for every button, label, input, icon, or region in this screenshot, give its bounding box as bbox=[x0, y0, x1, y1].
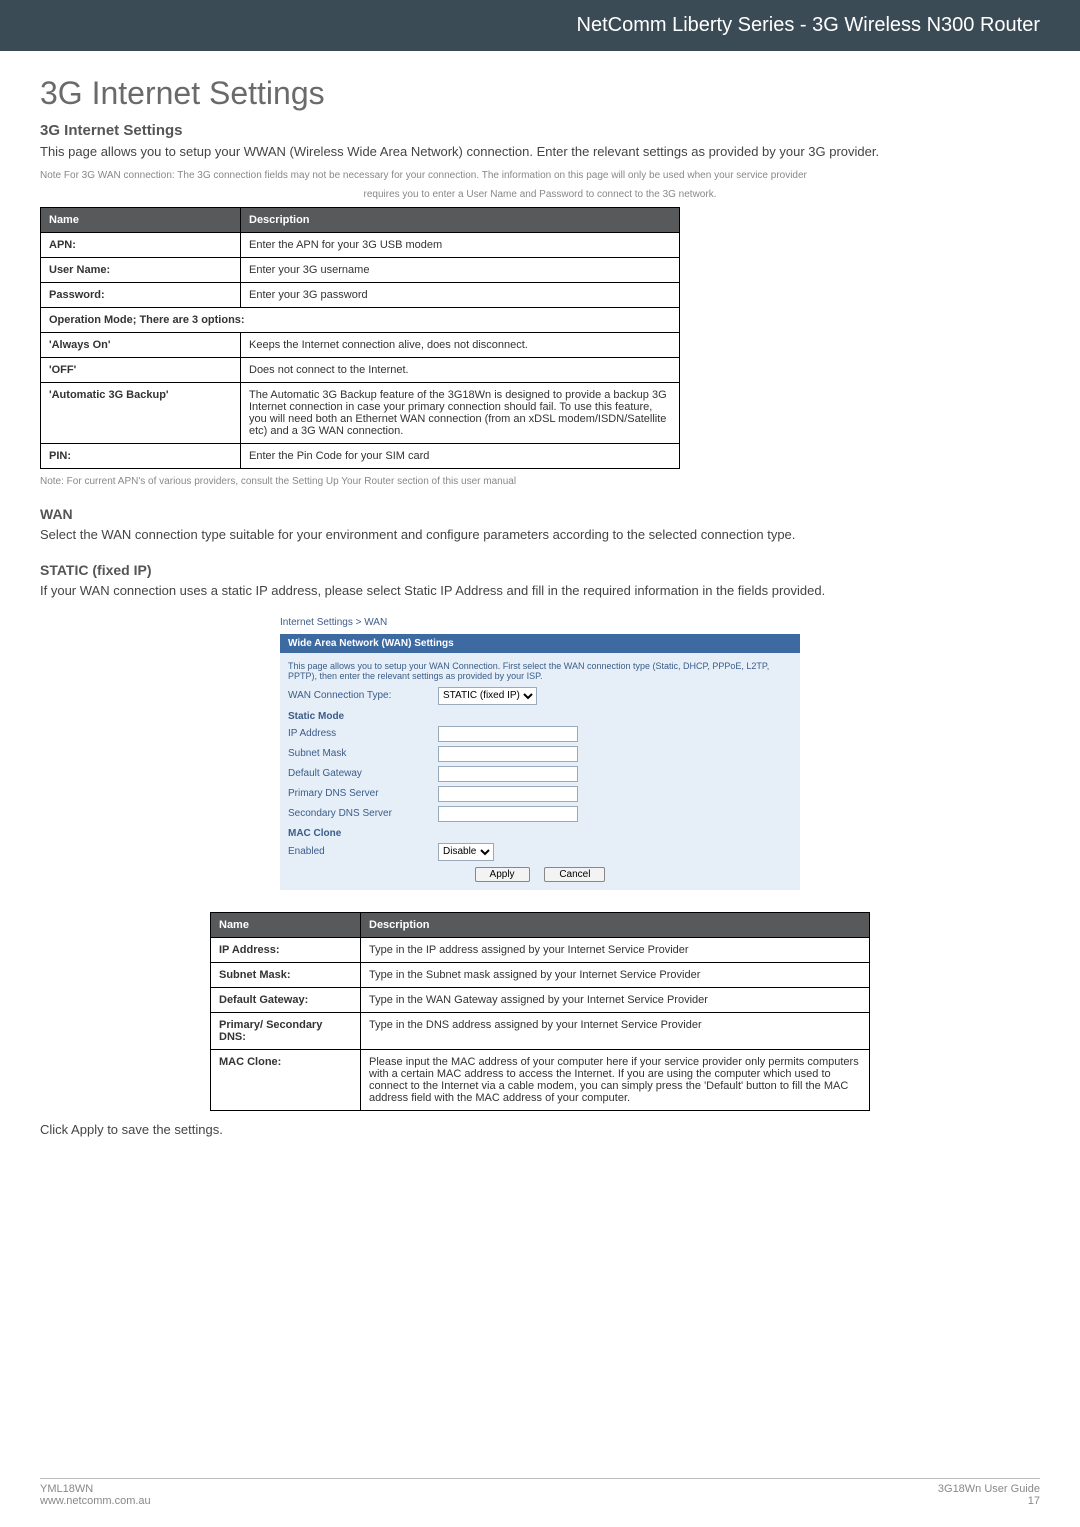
cell-desc: Type in the IP address assigned by your … bbox=[361, 937, 870, 962]
static-mode-label: Static Mode bbox=[288, 711, 792, 722]
apply-button[interactable]: Apply bbox=[475, 867, 530, 882]
table-row: APN: Enter the APN for your 3G USB modem bbox=[41, 233, 680, 258]
ip-label: IP Address bbox=[288, 728, 438, 739]
table-static-settings: Name Description IP Address: Type in the… bbox=[210, 912, 870, 1111]
page-header: NetComm Liberty Series - 3G Wireless N30… bbox=[0, 0, 1080, 51]
cell-span: Operation Mode; There are 3 options: bbox=[41, 308, 680, 333]
pdns-input[interactable] bbox=[438, 786, 578, 802]
apply-line: Click Apply to save the settings. bbox=[40, 1121, 1040, 1139]
cancel-button[interactable]: Cancel bbox=[544, 867, 605, 882]
section-3g-intro: This page allows you to setup your WWAN … bbox=[40, 143, 1040, 161]
cell-name: APN: bbox=[41, 233, 241, 258]
footer-guide: 3G18Wn User Guide bbox=[938, 1483, 1040, 1495]
section-3g-note-line1: Note For 3G WAN connection: The 3G conne… bbox=[40, 169, 1040, 182]
cell-name: 'OFF' bbox=[41, 358, 241, 383]
screenshot-wan-settings: Internet Settings > WAN Wide Area Networ… bbox=[280, 617, 800, 890]
cell-name: PIN: bbox=[41, 444, 241, 469]
table1-after-note: Note: For current APN's of various provi… bbox=[40, 475, 1040, 488]
footer-page-number: 17 bbox=[938, 1495, 1040, 1507]
wan-type-label: WAN Connection Type: bbox=[288, 690, 438, 701]
header-title: NetComm Liberty Series - 3G Wireless N30… bbox=[577, 14, 1040, 36]
th-desc: Description bbox=[241, 208, 680, 233]
th-name: Name bbox=[211, 912, 361, 937]
panel-title: Wide Area Network (WAN) Settings bbox=[280, 634, 800, 653]
subnet-label: Subnet Mask bbox=[288, 748, 438, 759]
wan-heading: WAN bbox=[40, 506, 1040, 522]
subnet-input[interactable] bbox=[438, 746, 578, 762]
gateway-label: Default Gateway bbox=[288, 768, 438, 779]
table-row: PIN: Enter the Pin Code for your SIM car… bbox=[41, 444, 680, 469]
mac-clone-label: MAC Clone bbox=[288, 828, 792, 839]
table-row: IP Address: Type in the IP address assig… bbox=[211, 937, 870, 962]
table-row: Password: Enter your 3G password bbox=[41, 283, 680, 308]
section-3g-heading: 3G Internet Settings bbox=[40, 122, 1040, 139]
cell-desc: Type in the Subnet mask assigned by your… bbox=[361, 962, 870, 987]
footer-url: www.netcomm.com.au bbox=[40, 1495, 151, 1507]
wan-intro: Select the WAN connection type suitable … bbox=[40, 526, 1040, 544]
cell-desc: Enter your 3G password bbox=[241, 283, 680, 308]
table-row: 'Always On' Keeps the Internet connectio… bbox=[41, 333, 680, 358]
table-row: 'OFF' Does not connect to the Internet. bbox=[41, 358, 680, 383]
cell-desc: The Automatic 3G Backup feature of the 3… bbox=[241, 383, 680, 444]
table-row: Default Gateway: Type in the WAN Gateway… bbox=[211, 987, 870, 1012]
cell-name: Subnet Mask: bbox=[211, 962, 361, 987]
th-desc: Description bbox=[361, 912, 870, 937]
cell-desc: Please input the MAC address of your com… bbox=[361, 1049, 870, 1110]
th-name: Name bbox=[41, 208, 241, 233]
footer-model: YML18WN bbox=[40, 1483, 151, 1495]
cell-name: Password: bbox=[41, 283, 241, 308]
sdns-input[interactable] bbox=[438, 806, 578, 822]
cell-desc: Enter the Pin Code for your SIM card bbox=[241, 444, 680, 469]
cell-name: MAC Clone: bbox=[211, 1049, 361, 1110]
table-row-span: Operation Mode; There are 3 options: bbox=[41, 308, 680, 333]
page-title: 3G Internet Settings bbox=[40, 75, 1040, 112]
cell-name: User Name: bbox=[41, 258, 241, 283]
cell-name: IP Address: bbox=[211, 937, 361, 962]
panel-hint: This page allows you to setup your WAN C… bbox=[288, 661, 792, 681]
table-row: 'Automatic 3G Backup' The Automatic 3G B… bbox=[41, 383, 680, 444]
table-row: Primary/ Secondary DNS: Type in the DNS … bbox=[211, 1012, 870, 1049]
cell-desc: Type in the DNS address assigned by your… bbox=[361, 1012, 870, 1049]
wan-type-select[interactable]: STATIC (fixed IP) bbox=[438, 687, 537, 705]
table-3g-settings: Name Description APN: Enter the APN for … bbox=[40, 207, 680, 469]
ip-input[interactable] bbox=[438, 726, 578, 742]
page-footer: YML18WN www.netcomm.com.au 3G18Wn User G… bbox=[40, 1478, 1040, 1507]
cell-desc: Type in the WAN Gateway assigned by your… bbox=[361, 987, 870, 1012]
pdns-label: Primary DNS Server bbox=[288, 788, 438, 799]
sdns-label: Secondary DNS Server bbox=[288, 808, 438, 819]
enabled-label: Enabled bbox=[288, 846, 438, 857]
cell-name: 'Automatic 3G Backup' bbox=[41, 383, 241, 444]
section-3g-note-line2: requires you to enter a User Name and Pa… bbox=[40, 188, 1040, 201]
table-row: Subnet Mask: Type in the Subnet mask ass… bbox=[211, 962, 870, 987]
cell-desc: Enter your 3G username bbox=[241, 258, 680, 283]
enabled-select[interactable]: Disable bbox=[438, 843, 494, 861]
cell-desc: Enter the APN for your 3G USB modem bbox=[241, 233, 680, 258]
static-intro: If your WAN connection uses a static IP … bbox=[40, 582, 1040, 600]
gateway-input[interactable] bbox=[438, 766, 578, 782]
table-row: MAC Clone: Please input the MAC address … bbox=[211, 1049, 870, 1110]
cell-name: Primary/ Secondary DNS: bbox=[211, 1012, 361, 1049]
cell-desc: Does not connect to the Internet. bbox=[241, 358, 680, 383]
table-row: User Name: Enter your 3G username bbox=[41, 258, 680, 283]
breadcrumb: Internet Settings > WAN bbox=[280, 617, 800, 628]
static-heading: STATIC (fixed IP) bbox=[40, 562, 1040, 578]
cell-name: Default Gateway: bbox=[211, 987, 361, 1012]
cell-name: 'Always On' bbox=[41, 333, 241, 358]
cell-desc: Keeps the Internet connection alive, doe… bbox=[241, 333, 680, 358]
